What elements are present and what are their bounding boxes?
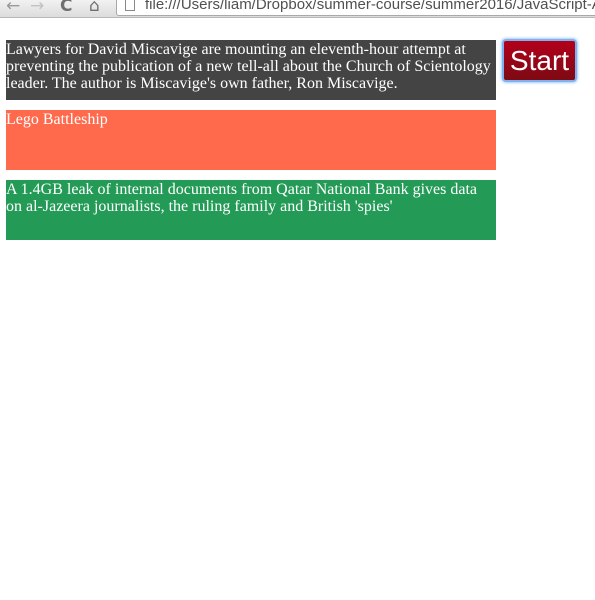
page-icon bbox=[125, 0, 135, 11]
news-item: Lawyers for David Miscavige are mounting… bbox=[6, 40, 496, 100]
forward-arrow-icon[interactable]: → bbox=[30, 0, 44, 16]
news-item: Lego Battleship bbox=[6, 110, 496, 170]
back-arrow-icon[interactable]: ← bbox=[6, 0, 20, 16]
news-item: A 1.4GB leak of internal documents from … bbox=[6, 180, 496, 240]
address-bar[interactable]: file:///Users/liam/Dropbox/summer-course… bbox=[116, 0, 595, 16]
reload-icon[interactable]: C bbox=[60, 0, 72, 16]
home-icon[interactable]: ⌂ bbox=[89, 0, 100, 16]
url-text[interactable]: file:///Users/liam/Dropbox/summer-course… bbox=[145, 0, 595, 13]
browser-toolbar: ← → C ⌂ file:///Users/liam/Dropbox/summe… bbox=[0, 0, 595, 18]
start-button[interactable]: Start bbox=[502, 39, 577, 82]
